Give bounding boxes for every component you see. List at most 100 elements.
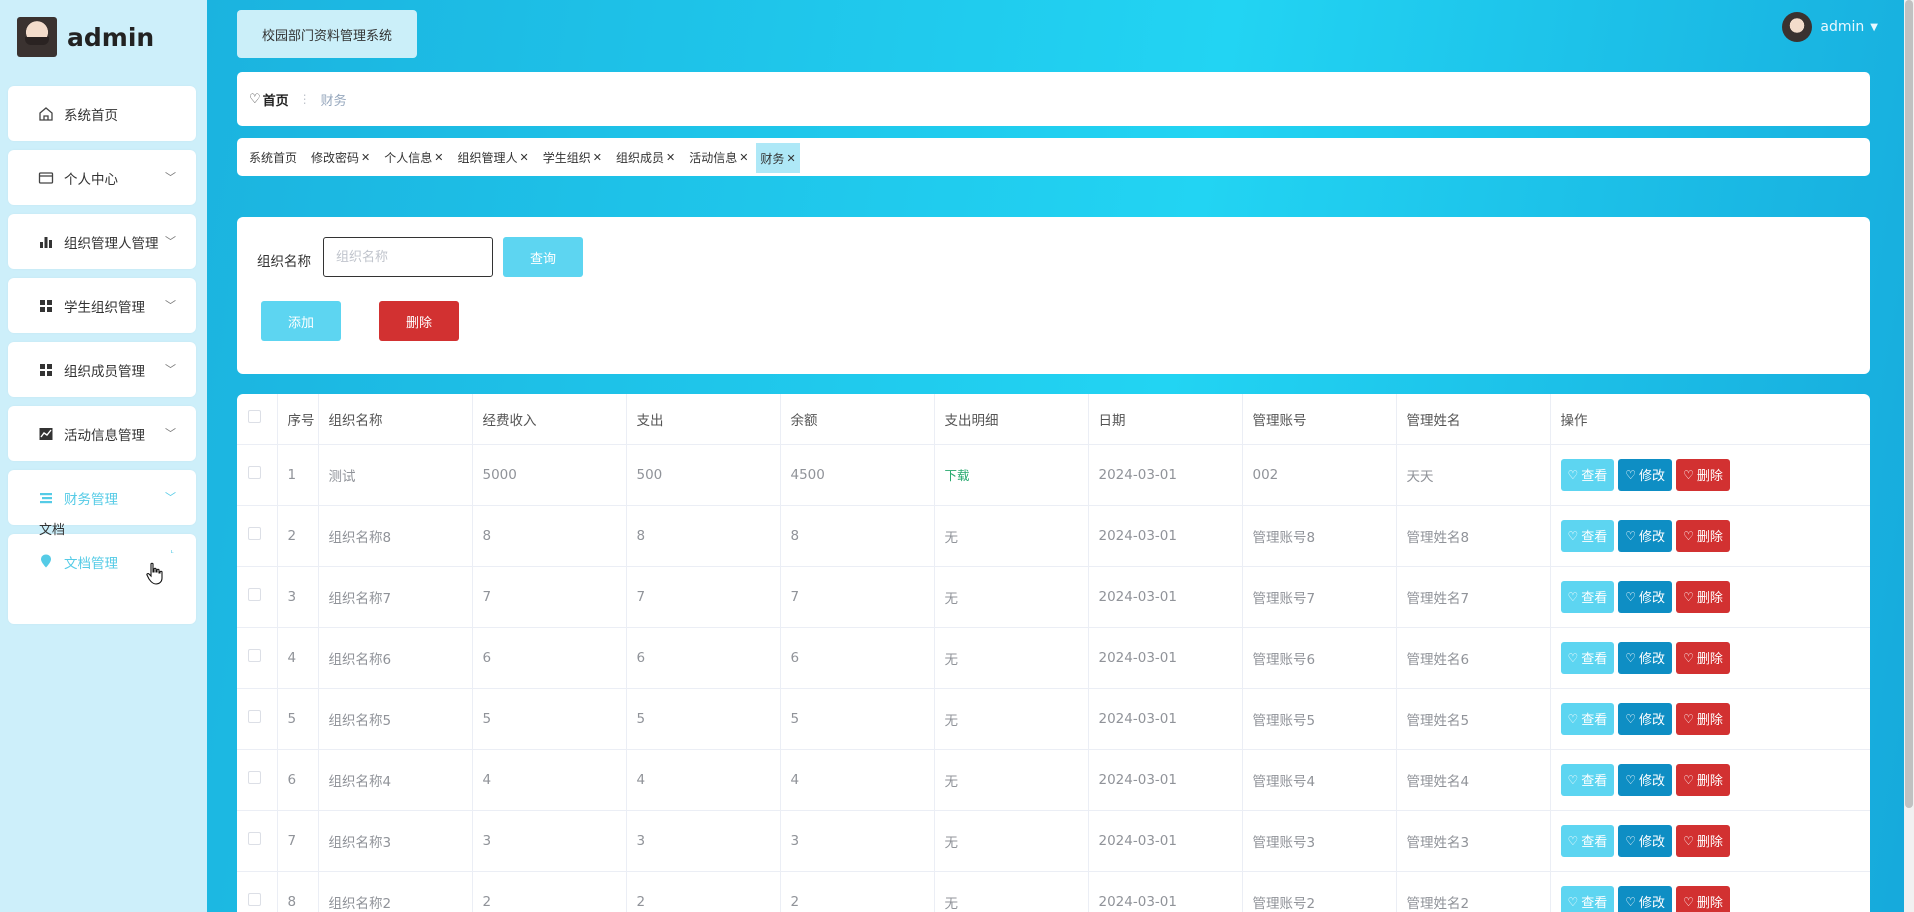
- batch-delete-button[interactable]: 删除: [379, 301, 459, 341]
- delete-button[interactable]: ♡ 删除: [1676, 580, 1730, 613]
- bar-chart-icon: [37, 233, 55, 251]
- table-row: 3 组织名称7 7 7 7 无 2024-03-01 管理账号7 管理姓名7 ♡ 查看 ♡ 修改 ♡ 删除: [237, 566, 1870, 628]
- view-button[interactable]: ♡ 查看: [1560, 702, 1615, 735]
- edit-button[interactable]: ♡ 修改: [1618, 458, 1673, 491]
- table-cell: 7: [277, 810, 319, 872]
- query-button[interactable]: 查询: [503, 237, 583, 277]
- tag-label: 学生组织: [542, 150, 591, 165]
- brand: admin: [17, 17, 154, 57]
- column-header: 经费收入: [472, 394, 627, 445]
- sidebar-item-finance[interactable]: 财务管理 ﹀: [8, 470, 196, 525]
- edit-button[interactable]: ♡ 修改: [1618, 824, 1673, 857]
- heart-icon: ♡: [1567, 833, 1579, 848]
- tag-finance[interactable]: 财务 ✕: [756, 143, 800, 173]
- table-cell: 管理姓名2: [1396, 871, 1551, 912]
- close-icon[interactable]: ✕: [739, 151, 748, 164]
- view-button[interactable]: ♡ 查看: [1560, 519, 1615, 552]
- page-scrollbar[interactable]: [1904, 0, 1914, 912]
- sidebar-item-activity-info[interactable]: 活动信息管理 ﹀: [8, 406, 196, 461]
- tag-change-password[interactable]: 修改密码 ✕: [311, 145, 370, 169]
- close-icon[interactable]: ✕: [593, 151, 602, 164]
- brand-avatar: [17, 17, 57, 57]
- heart-icon: ♡: [1683, 833, 1694, 848]
- delete-button[interactable]: ♡ 删除: [1676, 885, 1730, 912]
- tags-view: 系统首页 修改密码 ✕ 个人信息 ✕ 组织管理人 ✕ 学生组织 ✕ 组织成员 ✕ 活动信息…: [237, 138, 1870, 176]
- sidebar-item-org-manager[interactable]: 组织管理人管理 ﹀: [8, 214, 196, 269]
- edit-button[interactable]: ♡ 修改: [1618, 519, 1673, 552]
- tag-activity-info[interactable]: 活动信息 ✕: [689, 145, 748, 169]
- sidebar-item-student-org[interactable]: 学生组织管理 ﹀: [8, 278, 196, 333]
- view-button[interactable]: ♡ 查看: [1560, 580, 1615, 613]
- add-button[interactable]: 添加: [261, 301, 341, 341]
- table-cell: 2024-03-01: [1088, 444, 1243, 506]
- delete-button[interactable]: ♡ 删除: [1676, 763, 1730, 796]
- view-button[interactable]: ♡ 查看: [1560, 763, 1615, 796]
- edit-button[interactable]: ♡ 修改: [1618, 763, 1673, 796]
- delete-button[interactable]: ♡ 删除: [1676, 458, 1730, 491]
- tag-label: 财务: [760, 151, 785, 166]
- row-checkbox[interactable]: [237, 810, 278, 872]
- select-all-checkbox[interactable]: [237, 394, 278, 445]
- search-input[interactable]: [323, 237, 493, 277]
- tag-org-manager[interactable]: 组织管理人 ✕: [457, 145, 528, 169]
- caret-down-icon[interactable]: ▼: [1870, 22, 1878, 33]
- view-button[interactable]: ♡ 查看: [1560, 885, 1615, 912]
- sidebar-item-personal-center[interactable]: 个人中心 ﹀: [8, 150, 196, 205]
- sidebar-item-org-members[interactable]: 组织成员管理 ﹀: [8, 342, 196, 397]
- table-row: 4 组织名称6 6 6 6 无 2024-03-01 管理账号6 管理姓名6 ♡ 查看 ♡ 修改 ♡ 删除: [237, 627, 1870, 689]
- heart-icon: ♡: [1567, 772, 1579, 787]
- user-menu[interactable]: admin ▼: [1782, 12, 1878, 42]
- edit-button[interactable]: ♡ 修改: [1618, 580, 1673, 613]
- table-row: 5 组织名称5 5 5 5 无 2024-03-01 管理账号5 管理姓名5 ♡ 查看 ♡ 修改 ♡ 删除: [237, 688, 1870, 750]
- location-icon: [37, 552, 55, 570]
- view-button[interactable]: ♡ 查看: [1560, 458, 1615, 491]
- heart-icon: ♡: [1567, 589, 1579, 604]
- download-link[interactable]: 下载: [945, 468, 970, 483]
- tag-student-org[interactable]: 学生组织 ✕: [543, 145, 602, 169]
- heart-icon: ♡: [1683, 894, 1694, 909]
- user-name[interactable]: admin: [1820, 19, 1864, 35]
- edit-label: 修改: [1639, 712, 1666, 727]
- scrollbar-thumb[interactable]: [1905, 0, 1913, 808]
- submenu-item-documents[interactable]: 文档: [39, 519, 65, 538]
- delete-button[interactable]: ♡ 删除: [1676, 702, 1730, 735]
- edit-button[interactable]: ♡ 修改: [1618, 885, 1673, 912]
- row-checkbox[interactable]: [237, 871, 278, 912]
- close-icon[interactable]: ✕: [361, 151, 370, 164]
- avatar[interactable]: [1782, 12, 1813, 42]
- table-cell: 管理账号7: [1242, 566, 1397, 628]
- chevron-down-icon: ﹀: [165, 427, 176, 440]
- tag-org-members[interactable]: 组织成员 ✕: [616, 145, 675, 169]
- row-checkbox[interactable]: [237, 566, 278, 628]
- tag-home[interactable]: 系统首页: [249, 145, 297, 169]
- view-button[interactable]: ♡ 查看: [1560, 641, 1615, 674]
- row-checkbox[interactable]: [237, 444, 278, 506]
- row-checkbox[interactable]: [237, 749, 278, 811]
- row-checkbox[interactable]: [237, 627, 278, 689]
- delete-button[interactable]: ♡ 删除: [1676, 824, 1730, 857]
- column-header: 支出明细: [934, 394, 1089, 445]
- table-row: 2 组织名称8 8 8 8 无 2024-03-01 管理账号8 管理姓名8 ♡ 查看 ♡ 修改 ♡ 删除: [237, 505, 1870, 567]
- close-icon[interactable]: ✕: [786, 152, 795, 165]
- tag-personal-info[interactable]: 个人信息 ✕: [384, 145, 443, 169]
- edit-button[interactable]: ♡ 修改: [1618, 702, 1673, 735]
- delete-button[interactable]: ♡ 删除: [1676, 641, 1730, 674]
- delete-button[interactable]: ♡ 删除: [1676, 519, 1730, 552]
- edit-button[interactable]: ♡ 修改: [1618, 641, 1673, 674]
- sidebar-item-documents[interactable]: 文档管理 ᶫ: [8, 534, 196, 624]
- table-cell: 管理账号8: [1242, 505, 1397, 567]
- column-header: 管理姓名: [1396, 394, 1551, 445]
- heart-icon: ♡: [1567, 711, 1579, 726]
- close-icon[interactable]: ✕: [666, 151, 675, 164]
- table-cell: 无: [934, 810, 1089, 872]
- sidebar-item-home[interactable]: 系统首页: [8, 86, 196, 141]
- view-button[interactable]: ♡ 查看: [1560, 824, 1615, 857]
- breadcrumb-home[interactable]: 首页: [263, 90, 289, 109]
- finance-table-panel: 序号 组织名称 经费收入 支出 余额 支出明细 日期 管理账号 管理姓名 操作 …: [237, 394, 1870, 912]
- close-icon[interactable]: ✕: [520, 151, 529, 164]
- list-icon: [37, 489, 55, 507]
- table-cell: 2024-03-01: [1088, 566, 1243, 628]
- row-checkbox[interactable]: [237, 688, 278, 750]
- row-checkbox[interactable]: [237, 505, 278, 567]
- close-icon[interactable]: ✕: [434, 151, 443, 164]
